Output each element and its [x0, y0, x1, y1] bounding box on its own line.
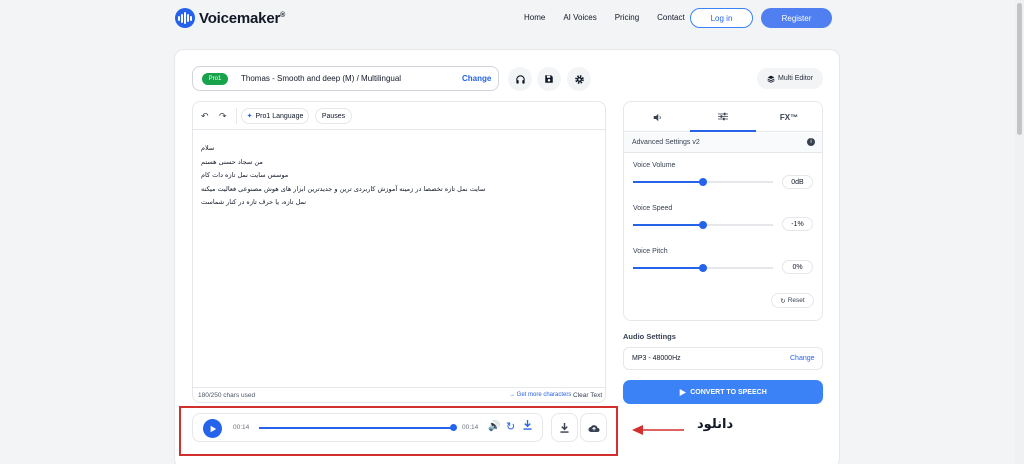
pro1-language-label: Pro1 Language: [255, 112, 304, 120]
text-line: من سجاد حسنی هستم: [201, 157, 263, 166]
voice-pitch-value[interactable]: 0%: [782, 260, 813, 274]
info-icon[interactable]: i: [807, 138, 815, 146]
editor-toolbar: ↶ ↷ ✦ Pro1 Language Pauses: [193, 102, 605, 130]
nav-home-link[interactable]: Home: [524, 13, 545, 22]
slider-knob[interactable]: [699, 221, 707, 229]
slider-fill: [633, 181, 703, 183]
multi-editor-button[interactable]: Multi Editor: [757, 68, 823, 89]
text-line: موسس سایت نمل تازه دات کام: [201, 171, 289, 179]
slider-fill: [633, 224, 703, 226]
register-button[interactable]: Register: [761, 8, 832, 28]
pro-badge: Pro1: [202, 73, 228, 85]
change-voice-button[interactable]: Change: [462, 74, 491, 83]
voice-volume-slider[interactable]: [633, 178, 773, 186]
audio-format-field: MP3 - 48000Hz Change: [623, 347, 823, 370]
speaker-icon: [653, 113, 661, 121]
char-count: 180/250 chars used: [198, 392, 256, 399]
editor-text-area[interactable]: سلام من سجاد حسنی هستم موسس سایت نمل تاز…: [201, 142, 485, 210]
preview-button[interactable]: [508, 67, 532, 91]
sliders-icon: [718, 112, 728, 120]
get-more-characters-link[interactable]: → Get more characters: [509, 392, 571, 398]
layers-icon: [767, 75, 775, 83]
play-icon: [679, 388, 687, 396]
logo[interactable]: Voicemaker®: [175, 8, 285, 28]
convert-to-speech-button[interactable]: CONVERT TO SPEECH: [623, 380, 823, 404]
save-button[interactable]: [537, 67, 561, 91]
voice-speed-slider[interactable]: [633, 221, 773, 229]
headphones-icon: [515, 74, 525, 84]
sparkle-icon: ✦: [246, 113, 253, 120]
gear-icon: [574, 74, 584, 84]
editor-footer: 180/250 chars used → Get more characters…: [193, 387, 605, 402]
voice-name: Thomas - Smooth and deep (M) / Multiling…: [241, 74, 402, 83]
nav-links: Home AI Voices Pricing Contact: [524, 13, 703, 22]
convert-label: CONVERT TO SPEECH: [690, 388, 767, 396]
nav-pricing-link[interactable]: Pricing: [615, 13, 639, 22]
voicemaker-logo-icon: [175, 8, 195, 28]
arrow-right-icon: →: [509, 392, 517, 398]
toolbar-divider: [236, 108, 237, 124]
pro1-language-button[interactable]: ✦ Pro1 Language: [241, 108, 309, 124]
text-editor: ↶ ↷ ✦ Pro1 Language Pauses سلام من سجاد …: [192, 101, 606, 403]
tab-volume[interactable]: [624, 102, 690, 132]
text-line: سلام: [201, 144, 215, 152]
slider-knob[interactable]: [699, 264, 707, 272]
audio-settings-heading: Audio Settings: [623, 332, 676, 341]
text-line: نمل تازه، یا حرف تازه در کنار شماست: [201, 198, 307, 206]
annotation-arrow-icon: [632, 425, 684, 435]
change-audio-format-button[interactable]: Change: [790, 355, 815, 362]
voice-speed-label: Voice Speed: [633, 205, 673, 212]
refresh-icon: ↻: [780, 297, 786, 305]
voice-pitch-slider[interactable]: [633, 264, 773, 272]
voice-selector[interactable]: Pro1 Thomas - Smooth and deep (M) / Mult…: [192, 66, 499, 91]
voice-pitch-label: Voice Pitch: [633, 248, 668, 255]
clear-text-button[interactable]: Clear Text: [573, 392, 602, 399]
settings-tabs: FX™: [624, 102, 822, 132]
tab-fx[interactable]: FX™: [756, 102, 822, 132]
slider-knob[interactable]: [699, 178, 707, 186]
redo-icon[interactable]: ↷: [219, 111, 227, 122]
top-navigation: Voicemaker® Home AI Voices Pricing Conta…: [0, 0, 1024, 36]
pauses-button[interactable]: Pauses: [315, 108, 352, 124]
audio-format-value: MP3 - 48000Hz: [632, 355, 681, 362]
voice-speed-value[interactable]: -1%: [782, 217, 813, 231]
advanced-settings-header: Advanced Settings v2 i: [624, 133, 822, 153]
multi-editor-label: Multi Editor: [777, 75, 813, 82]
scrollbar-thumb[interactable]: [1017, 3, 1022, 135]
save-icon: [545, 75, 553, 83]
download-highlight-box: [179, 406, 618, 456]
nav-contact-link[interactable]: Contact: [657, 13, 685, 22]
advanced-settings-title: Advanced Settings v2: [632, 139, 700, 146]
download-annotation-label: دانلود: [697, 417, 734, 432]
tab-advanced[interactable]: [690, 102, 756, 132]
voice-volume-label: Voice Volume: [633, 162, 676, 169]
nav-ai-voices-link[interactable]: AI Voices: [563, 13, 596, 22]
reset-label: Reset: [787, 297, 805, 304]
text-line: سایت نمل تازه تخصصا در زمینه آموزش کاربر…: [201, 184, 486, 193]
settings-button[interactable]: [567, 67, 591, 91]
voice-settings-panel: FX™ Advanced Settings v2 i Voice Volume …: [623, 101, 823, 321]
brand-name: Voicemaker®: [199, 9, 286, 27]
reset-button[interactable]: ↻ Reset: [771, 293, 814, 308]
login-button[interactable]: Log in: [690, 8, 753, 28]
slider-fill: [633, 267, 703, 269]
undo-icon[interactable]: ↶: [201, 111, 209, 122]
voice-volume-value[interactable]: 0dB: [782, 175, 813, 189]
